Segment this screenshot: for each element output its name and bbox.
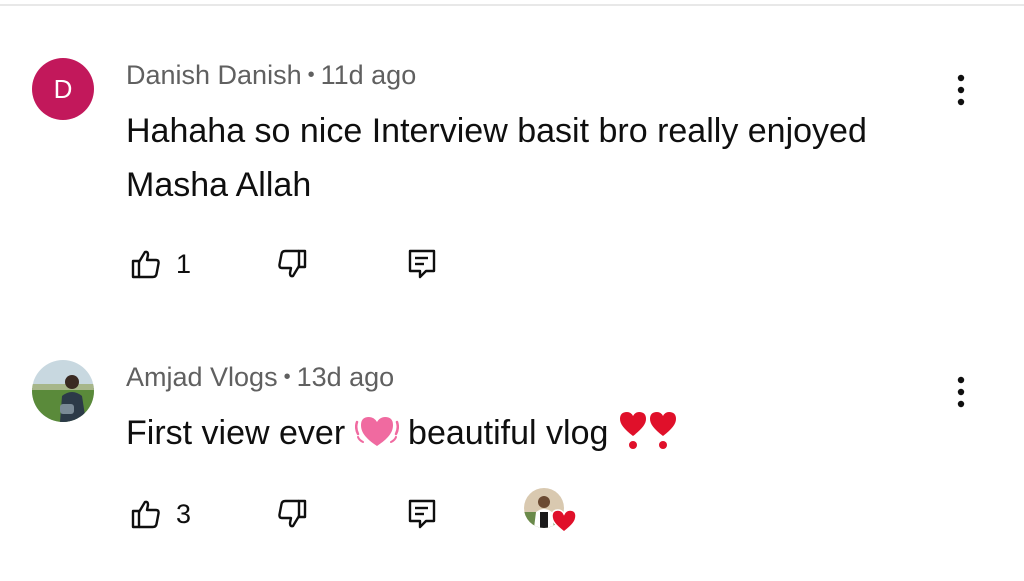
dislike-button[interactable] xyxy=(272,244,312,284)
thumbs-up-icon xyxy=(131,500,160,529)
reply-icon xyxy=(408,249,436,279)
like-count: 1 xyxy=(176,249,192,279)
author-name[interactable]: Amjad Vlogs xyxy=(126,362,278,392)
like-count: 3 xyxy=(176,499,192,529)
red-exclamation-heart-icon xyxy=(618,410,648,466)
thumbs-down-icon xyxy=(278,499,307,528)
separator-dot: • xyxy=(283,366,291,388)
more-vert-icon[interactable] xyxy=(948,372,974,412)
comment-header: Amjad Vlogs • 13d ago xyxy=(126,360,394,394)
reply-button[interactable] xyxy=(402,494,442,534)
comment-text-part: beautiful vlog xyxy=(408,414,609,452)
like-button[interactable]: 1 xyxy=(126,244,206,284)
comment-text: First view ever beautiful vlog xyxy=(126,406,946,466)
creator-heart-badge xyxy=(524,488,584,538)
comment-header: Danish Danish • 11d ago xyxy=(126,58,416,92)
thumbs-down-icon xyxy=(278,249,307,278)
avatar[interactable]: D xyxy=(32,58,94,120)
author-name[interactable]: Danish Danish xyxy=(126,60,302,90)
top-divider xyxy=(0,0,1024,6)
comment-time[interactable]: 11d ago xyxy=(321,60,417,90)
reply-icon xyxy=(408,499,436,529)
more-vert-icon[interactable] xyxy=(948,70,974,110)
heart-icon xyxy=(551,509,577,533)
comment-time[interactable]: 13d ago xyxy=(297,362,395,392)
comment-text-part: First view ever xyxy=(126,414,346,452)
like-button[interactable]: 3 xyxy=(126,494,206,534)
red-exclamation-heart-icon xyxy=(648,410,678,466)
dislike-button[interactable] xyxy=(272,494,312,534)
beating-pink-heart-icon xyxy=(354,412,399,466)
comment-text: Hahaha so nice Interview basit bro reall… xyxy=(126,112,867,204)
thumbs-up-icon xyxy=(131,250,160,279)
avatar[interactable] xyxy=(32,360,94,422)
separator-dot: • xyxy=(307,64,315,86)
reply-button[interactable] xyxy=(402,244,442,284)
